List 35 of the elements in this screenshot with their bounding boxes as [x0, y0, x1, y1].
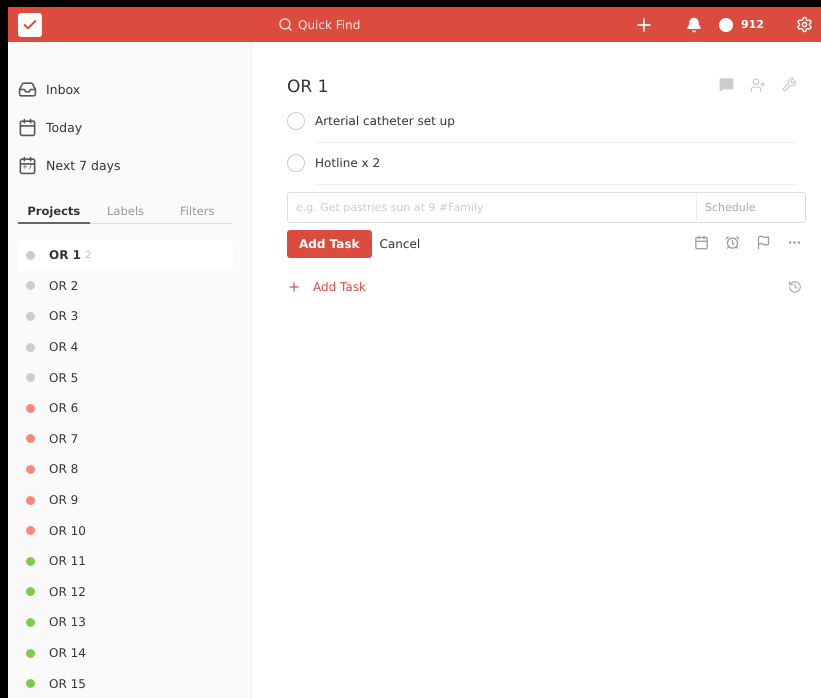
- task-checkbox[interactable]: [287, 112, 305, 130]
- add-task-button[interactable]: Add Task: [287, 230, 372, 258]
- task-text: Arterial catheter set up: [315, 100, 797, 142]
- karma-button[interactable]: 912: [719, 18, 779, 32]
- project-item[interactable]: OR 5: [18, 362, 233, 393]
- project-item[interactable]: OR 2: [18, 270, 233, 302]
- inbox-icon: [18, 80, 37, 98]
- project-item[interactable]: OR 14: [18, 638, 233, 668]
- project-item[interactable]: OR 10: [18, 515, 233, 546]
- task-count: 2: [84, 250, 92, 261]
- search-icon: [278, 17, 293, 32]
- project-item[interactable]: OR 8: [18, 454, 233, 485]
- task-checkbox[interactable]: [287, 154, 305, 172]
- calendar-icon: [18, 118, 37, 136]
- task-text: Hotline x 2: [315, 142, 797, 184]
- project-item[interactable]: OR 3: [18, 301, 233, 332]
- history-icon[interactable]: [788, 280, 802, 294]
- schedule-field[interactable]: Schedule: [696, 192, 806, 223]
- add-task-link[interactable]: Add Task: [287, 280, 366, 294]
- project-item[interactable]: OR 12: [18, 576, 233, 608]
- project-title: OR 1: [287, 77, 328, 97]
- project-item[interactable]: OR 7: [18, 424, 233, 454]
- project-item[interactable]: OR 13: [18, 607, 233, 638]
- project-item[interactable]: OR 4: [18, 332, 233, 362]
- sidebar-tab[interactable]: Projects: [18, 200, 90, 224]
- project-item[interactable]: OR 1 2: [18, 240, 233, 271]
- nav-item[interactable]: Inbox: [18, 70, 233, 108]
- logo-icon[interactable]: [18, 12, 42, 36]
- project-item[interactable]: OR 9: [18, 484, 233, 516]
- cancel-button[interactable]: Cancel: [374, 236, 426, 252]
- project-item[interactable]: OR 15: [18, 668, 233, 698]
- plus-icon: [287, 280, 301, 294]
- project-item[interactable]: OR 11: [18, 546, 233, 577]
- nav-item[interactable]: Today: [18, 108, 233, 146]
- project-item[interactable]: OR 6: [18, 392, 233, 424]
